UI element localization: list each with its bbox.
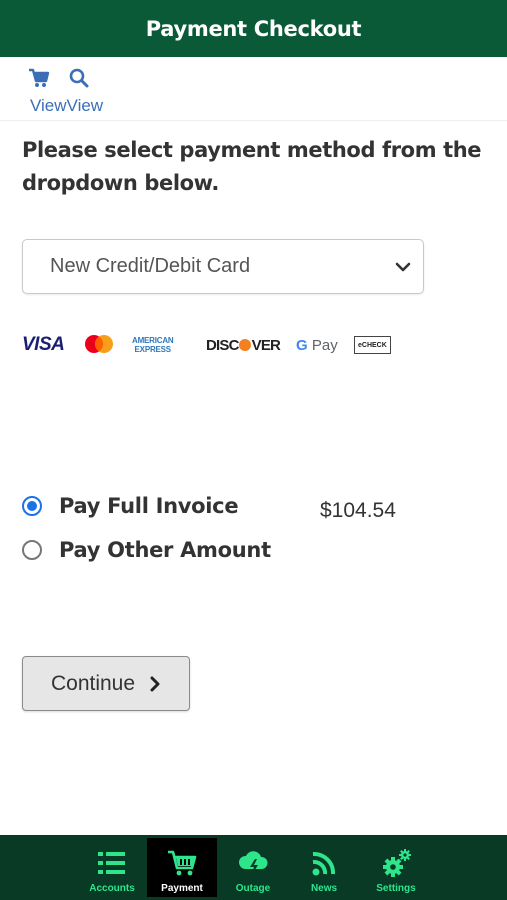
pay-full-invoice-option[interactable]: Pay Full Invoice: [22, 493, 482, 519]
google-pay-logo: G Pay: [296, 336, 338, 354]
payment-method-value: New Credit/Debit Card: [50, 255, 251, 277]
nav-item-settings[interactable]: Settings: [361, 838, 431, 897]
storm-cloud-icon: [238, 851, 268, 876]
chevron-down-icon: [395, 262, 411, 272]
page-title: Payment Checkout: [145, 16, 362, 41]
pay-other-amount-option[interactable]: Pay Other Amount: [22, 537, 482, 563]
pay-other-radio[interactable]: [22, 540, 42, 560]
nav-label-accounts: Accounts: [89, 883, 135, 894]
app-header: Payment Checkout: [0, 0, 507, 57]
nav-label-payment: Payment: [161, 883, 203, 894]
nav-item-accounts[interactable]: Accounts: [77, 838, 147, 897]
gears-icon: [383, 849, 411, 877]
accepted-cards: VISA AMERICAN EXPRESS DISC VER G Pay eCHE…: [22, 328, 422, 362]
rss-icon: [312, 851, 336, 876]
search-icon[interactable]: [68, 67, 90, 89]
toolbar: View View: [0, 57, 507, 121]
pay-full-label[interactable]: Pay Full Invoice: [59, 494, 239, 518]
nav-item-outage[interactable]: Outage: [218, 838, 288, 897]
continue-label: Continue: [50, 671, 136, 695]
nav-item-news[interactable]: News: [289, 838, 359, 897]
visa-logo: VISA: [22, 334, 65, 355]
bottom-nav: Accounts Payment Outage News Settings: [0, 835, 507, 900]
nav-label-settings: Settings: [376, 883, 416, 894]
payment-method-select[interactable]: New Credit/Debit Card: [22, 239, 424, 294]
mastercard-logo: [82, 328, 116, 362]
cart-icon: [168, 850, 197, 876]
pay-other-label[interactable]: Pay Other Amount: [59, 538, 271, 562]
discover-logo: DISC VER: [206, 336, 281, 354]
continue-button[interactable]: Continue: [22, 656, 190, 711]
nav-label-news: News: [310, 883, 338, 894]
instructions-text: Please select payment method from the dr…: [22, 138, 482, 195]
invoice-amount: $104.54: [320, 499, 396, 522]
echeck-logo: eCHECK: [354, 336, 391, 354]
list-icon: [98, 852, 125, 874]
chevron-right-icon: [150, 676, 160, 691]
pay-full-radio[interactable]: [22, 496, 42, 516]
nav-label-outage: Outage: [235, 883, 271, 894]
amex-logo: AMERICAN EXPRESS: [132, 336, 174, 354]
nav-item-payment[interactable]: Payment: [147, 838, 217, 897]
cart-icon[interactable]: [28, 67, 50, 89]
toolbar-labels: View View: [30, 96, 103, 116]
view-search-link[interactable]: View: [67, 96, 104, 116]
view-cart-link[interactable]: View: [30, 96, 67, 116]
